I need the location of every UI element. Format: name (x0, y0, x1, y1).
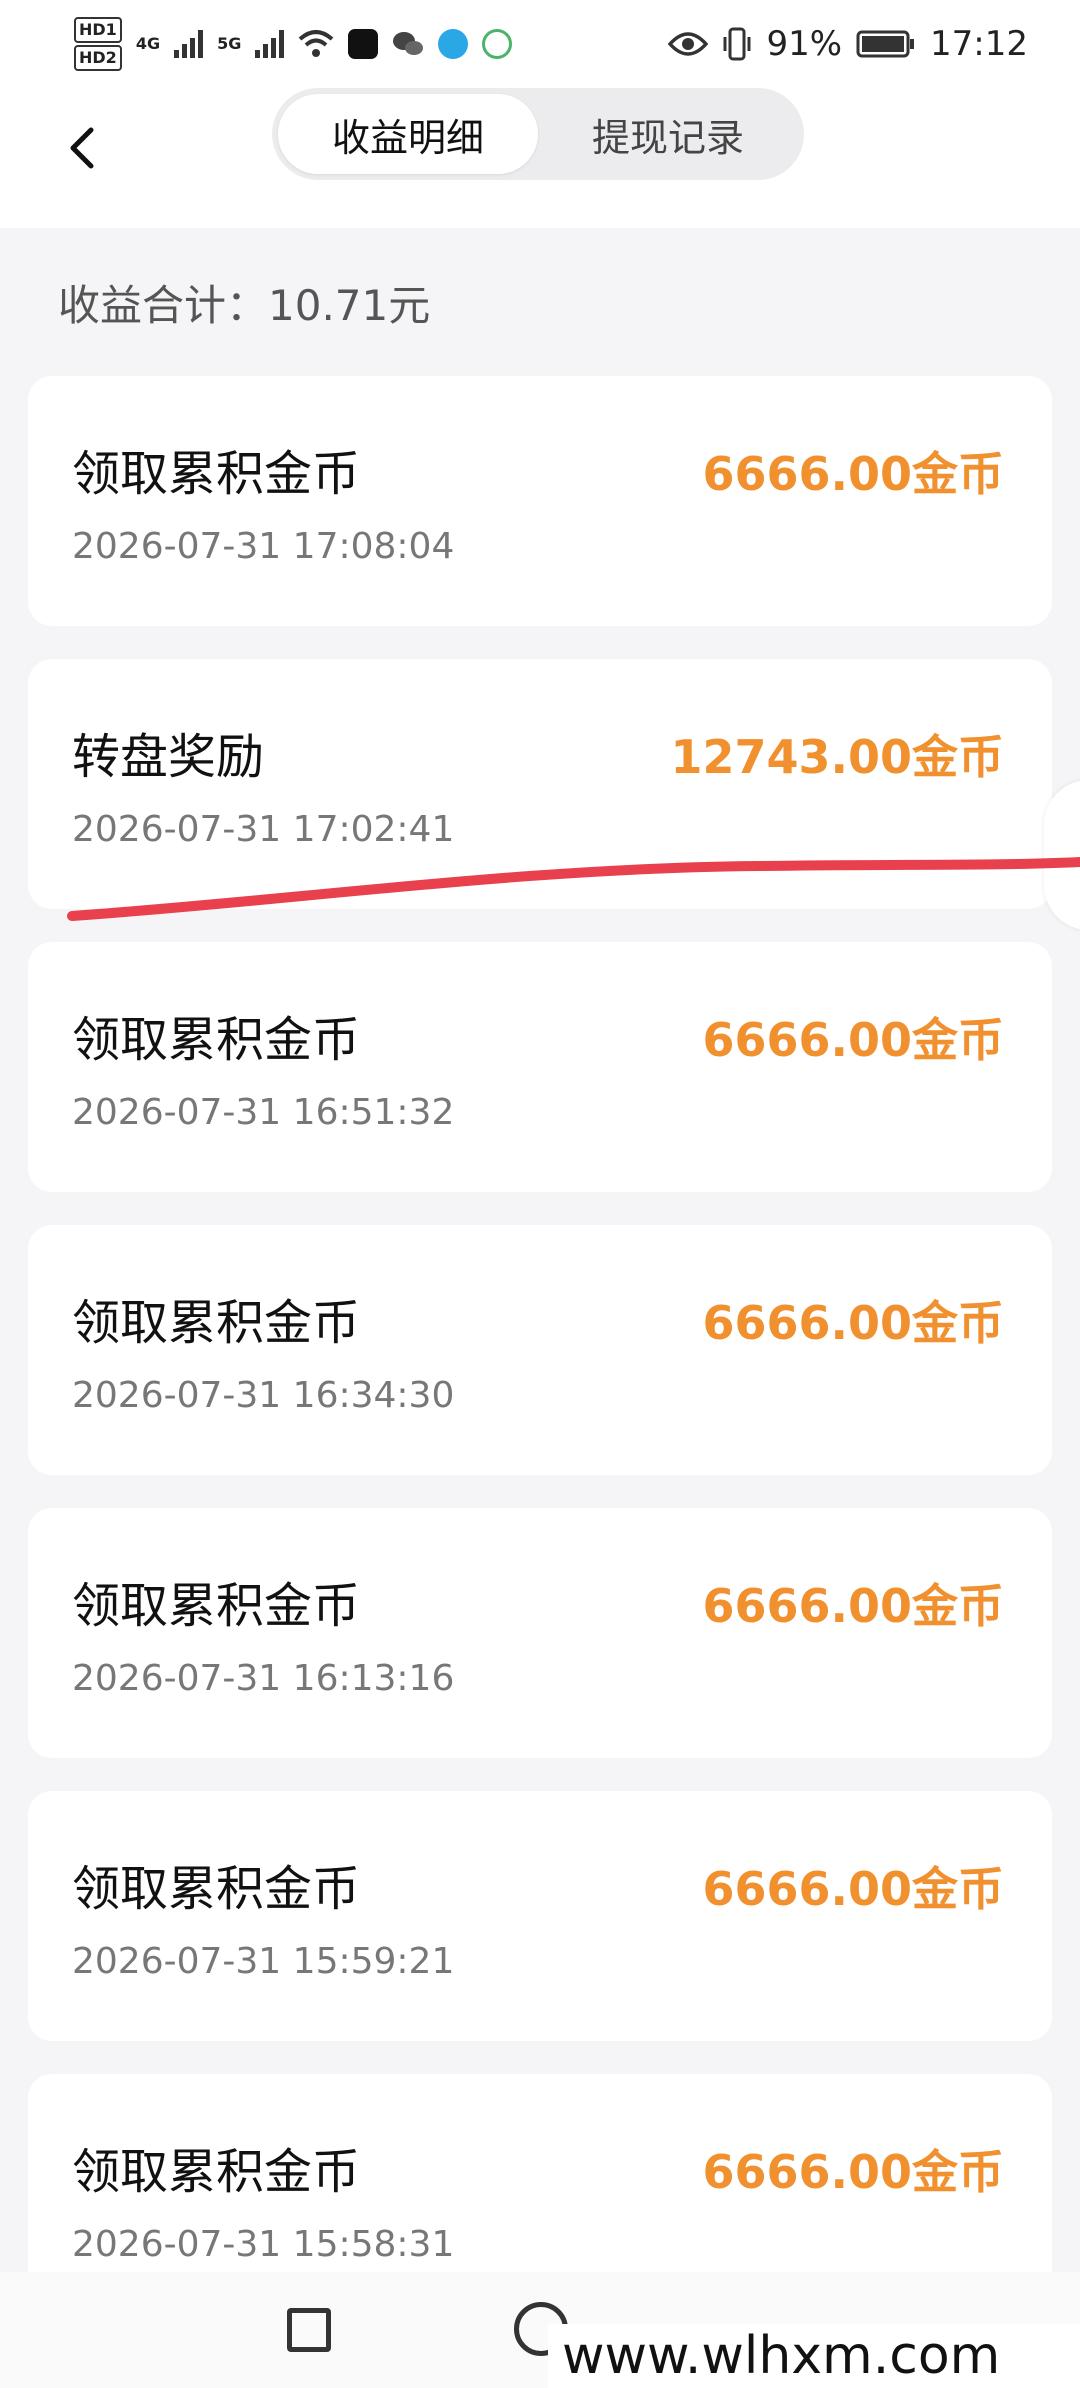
record-card: 领取累积金币 2026-07-31 15:59:21 6666.00金币 (28, 1791, 1052, 2041)
record-title: 领取累积金币 (72, 1295, 361, 1351)
status-right: 91% 17:12 (668, 24, 1028, 64)
app-notification-icon (482, 29, 513, 59)
battery-icon (856, 30, 915, 58)
recents-button[interactable] (287, 2308, 331, 2352)
record-amount: 6666.00金币 (702, 1579, 1004, 1633)
tab-withdraw-record[interactable]: 提现记录 (538, 94, 798, 174)
record-time: 2026-07-31 16:13:16 (72, 1658, 455, 1699)
record-card: 领取累积金币 2026-07-31 16:51:32 6666.00金币 (28, 942, 1052, 1192)
hd2-label: HD2 (74, 45, 122, 71)
app-notification-icon (438, 29, 469, 59)
watermark: www.wlhxm.com (548, 2324, 1080, 2388)
network-5g-label: 5G (217, 34, 242, 53)
tab-earnings-detail[interactable]: 收益明细 (278, 94, 538, 174)
record-time: 2026-07-31 17:08:04 (72, 526, 455, 567)
hd1-label: HD1 (74, 17, 122, 43)
record-time: 2026-07-31 16:34:30 (72, 1375, 455, 1416)
record-card: 领取累积金币 2026-07-31 17:08:04 6666.00金币 (28, 376, 1052, 626)
record-time: 2026-07-31 17:02:41 (72, 809, 455, 850)
record-amount: 6666.00金币 (702, 2145, 1004, 2199)
record-title: 领取累积金币 (72, 2144, 361, 2200)
record-time: 2026-07-31 15:58:31 (72, 2224, 455, 2265)
record-title: 领取累积金币 (72, 1578, 361, 1634)
floating-side-button[interactable] (1044, 780, 1080, 930)
record-amount: 6666.00金币 (702, 1296, 1004, 1350)
tiktok-icon (348, 29, 379, 59)
battery-percent: 91% (766, 24, 843, 64)
record-time: 2026-07-31 15:59:21 (72, 1941, 455, 1982)
record-amount: 6666.00金币 (702, 1862, 1004, 1916)
signal-icon (174, 30, 204, 58)
status-left: HD1 HD2 4G 5G (74, 16, 513, 72)
record-amount: 6666.00金币 (702, 1013, 1004, 1067)
record-amount: 12743.00金币 (670, 730, 1004, 784)
record-title: 领取累积金币 (72, 446, 361, 502)
wifi-icon (299, 30, 334, 57)
chevron-left-icon (70, 127, 94, 169)
record-time: 2026-07-31 16:51:32 (72, 1092, 455, 1133)
back-button[interactable] (52, 108, 112, 188)
record-amount: 6666.00金币 (702, 447, 1004, 501)
clock: 17:12 (930, 24, 1028, 64)
network-4g-label: 4G (135, 34, 161, 53)
header: 收益明细 提现记录 (0, 88, 1080, 228)
eye-icon (668, 32, 709, 56)
record-title: 转盘奖励 (72, 729, 265, 785)
record-card: 领取累积金币 2026-07-31 16:34:30 6666.00金币 (28, 1225, 1052, 1475)
hd-indicator: HD1 HD2 (74, 16, 122, 72)
signal-icon (255, 30, 285, 58)
record-title: 领取累积金币 (72, 1861, 361, 1917)
wechat-icon (393, 32, 424, 55)
status-bar: HD1 HD2 4G 5G 91% 17:12 (0, 0, 1080, 88)
segmented-tabs: 收益明细 提现记录 (272, 88, 804, 180)
record-title: 领取累积金币 (72, 1012, 361, 1068)
record-card: 领取累积金币 2026-07-31 16:13:16 6666.00金币 (28, 1508, 1052, 1758)
records-list: 领取累积金币 2026-07-31 17:08:04 6666.00金币 转盘奖… (28, 376, 1052, 2357)
vibrate-icon (723, 27, 751, 61)
record-card: 转盘奖励 2026-07-31 17:02:41 12743.00金币 (28, 659, 1052, 909)
earnings-total: 收益合计：10.71元 (58, 281, 431, 330)
